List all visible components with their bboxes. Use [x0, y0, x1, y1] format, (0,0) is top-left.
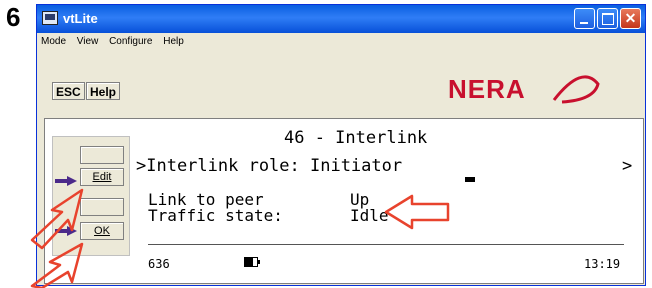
annotation-layer: [30, 188, 450, 288]
annotation-arrow-edit: [30, 188, 84, 250]
annotation-arrow-ok: [30, 242, 84, 288]
annotation-arrow-link: [384, 194, 450, 230]
